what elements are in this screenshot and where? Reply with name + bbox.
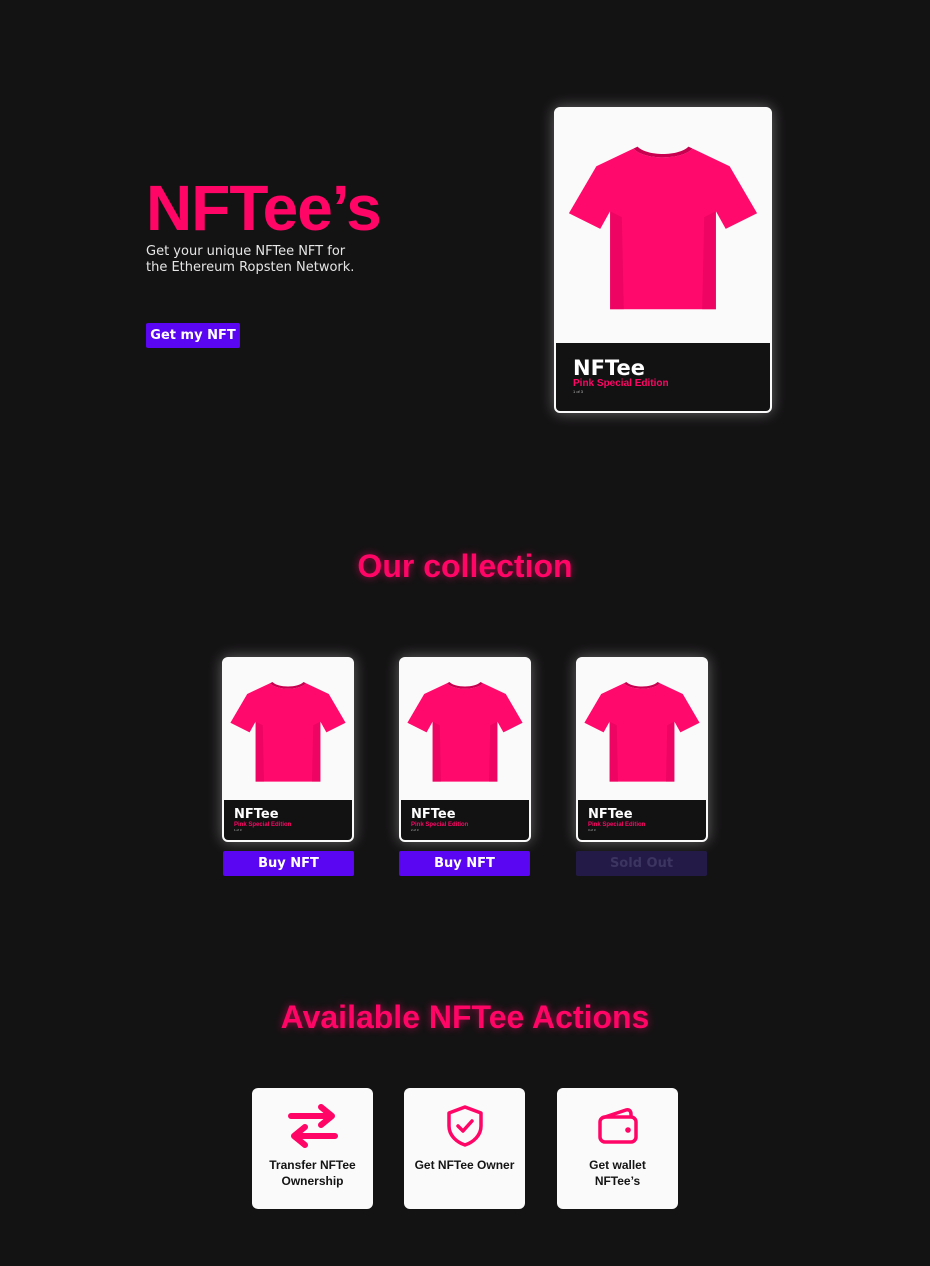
card-footer: NFTee Pink Special Edition 2 of 3 — [401, 800, 529, 840]
card-count: 1 of 3 — [234, 828, 242, 832]
collection-card[interactable]: NFTee Pink Special Edition 3 of 3 — [576, 657, 708, 842]
hero-nft-card: NFTee Pink Special Edition 1 of 3 — [554, 107, 772, 413]
sold-out-button: Sold Out — [576, 851, 707, 876]
buy-nft-button[interactable]: Buy NFT — [399, 851, 530, 876]
card-edition: Pink Special Edition — [588, 822, 646, 828]
card-count: 2 of 3 — [411, 828, 419, 832]
collection-card[interactable]: NFTee Pink Special Edition 2 of 3 — [399, 657, 531, 842]
transfer-arrows-icon — [287, 1103, 339, 1149]
card-footer: NFTee Pink Special Edition 1 of 3 — [556, 343, 770, 411]
get-my-nft-button[interactable]: Get my NFT — [146, 323, 240, 348]
card-name: NFTee — [234, 807, 279, 822]
action-label: Get wallet NFTee’s — [589, 1158, 646, 1188]
tshirt-image — [578, 659, 706, 801]
card-name: NFTee — [411, 807, 456, 822]
card-count: 1 of 3 — [573, 389, 584, 394]
tshirt-image — [401, 659, 529, 801]
collection-title: Our collection — [357, 548, 573, 584]
card-count: 3 of 3 — [588, 828, 596, 832]
action-label: Transfer NFTee Ownership — [269, 1158, 356, 1188]
card-edition: Pink Special Edition — [573, 378, 669, 389]
actions-title: Available NFTee Actions — [280, 999, 650, 1035]
hero-title: NFTee’s — [146, 172, 382, 244]
get-wallet-action[interactable]: Get wallet NFTee’s — [557, 1088, 678, 1209]
card-name: NFTee — [573, 356, 645, 380]
card-name: NFTee — [588, 807, 633, 822]
tshirt-image — [556, 109, 770, 345]
buy-nft-button[interactable]: Buy NFT — [223, 851, 354, 876]
tshirt-image — [224, 659, 352, 801]
card-footer: NFTee Pink Special Edition 3 of 3 — [578, 800, 706, 840]
hero-subtitle: Get your unique NFTee NFT for the Ethere… — [146, 244, 355, 275]
wallet-icon — [596, 1103, 640, 1149]
card-edition: Pink Special Edition — [234, 822, 292, 828]
transfer-ownership-action[interactable]: Transfer NFTee Ownership — [252, 1088, 373, 1209]
card-footer: NFTee Pink Special Edition 1 of 3 — [224, 800, 352, 840]
action-label: Get NFTee Owner — [414, 1158, 515, 1172]
card-edition: Pink Special Edition — [411, 822, 469, 828]
get-owner-action[interactable]: Get NFTee Owner — [404, 1088, 525, 1209]
shield-check-icon — [445, 1103, 485, 1149]
collection-card[interactable]: NFTee Pink Special Edition 1 of 3 — [222, 657, 354, 842]
